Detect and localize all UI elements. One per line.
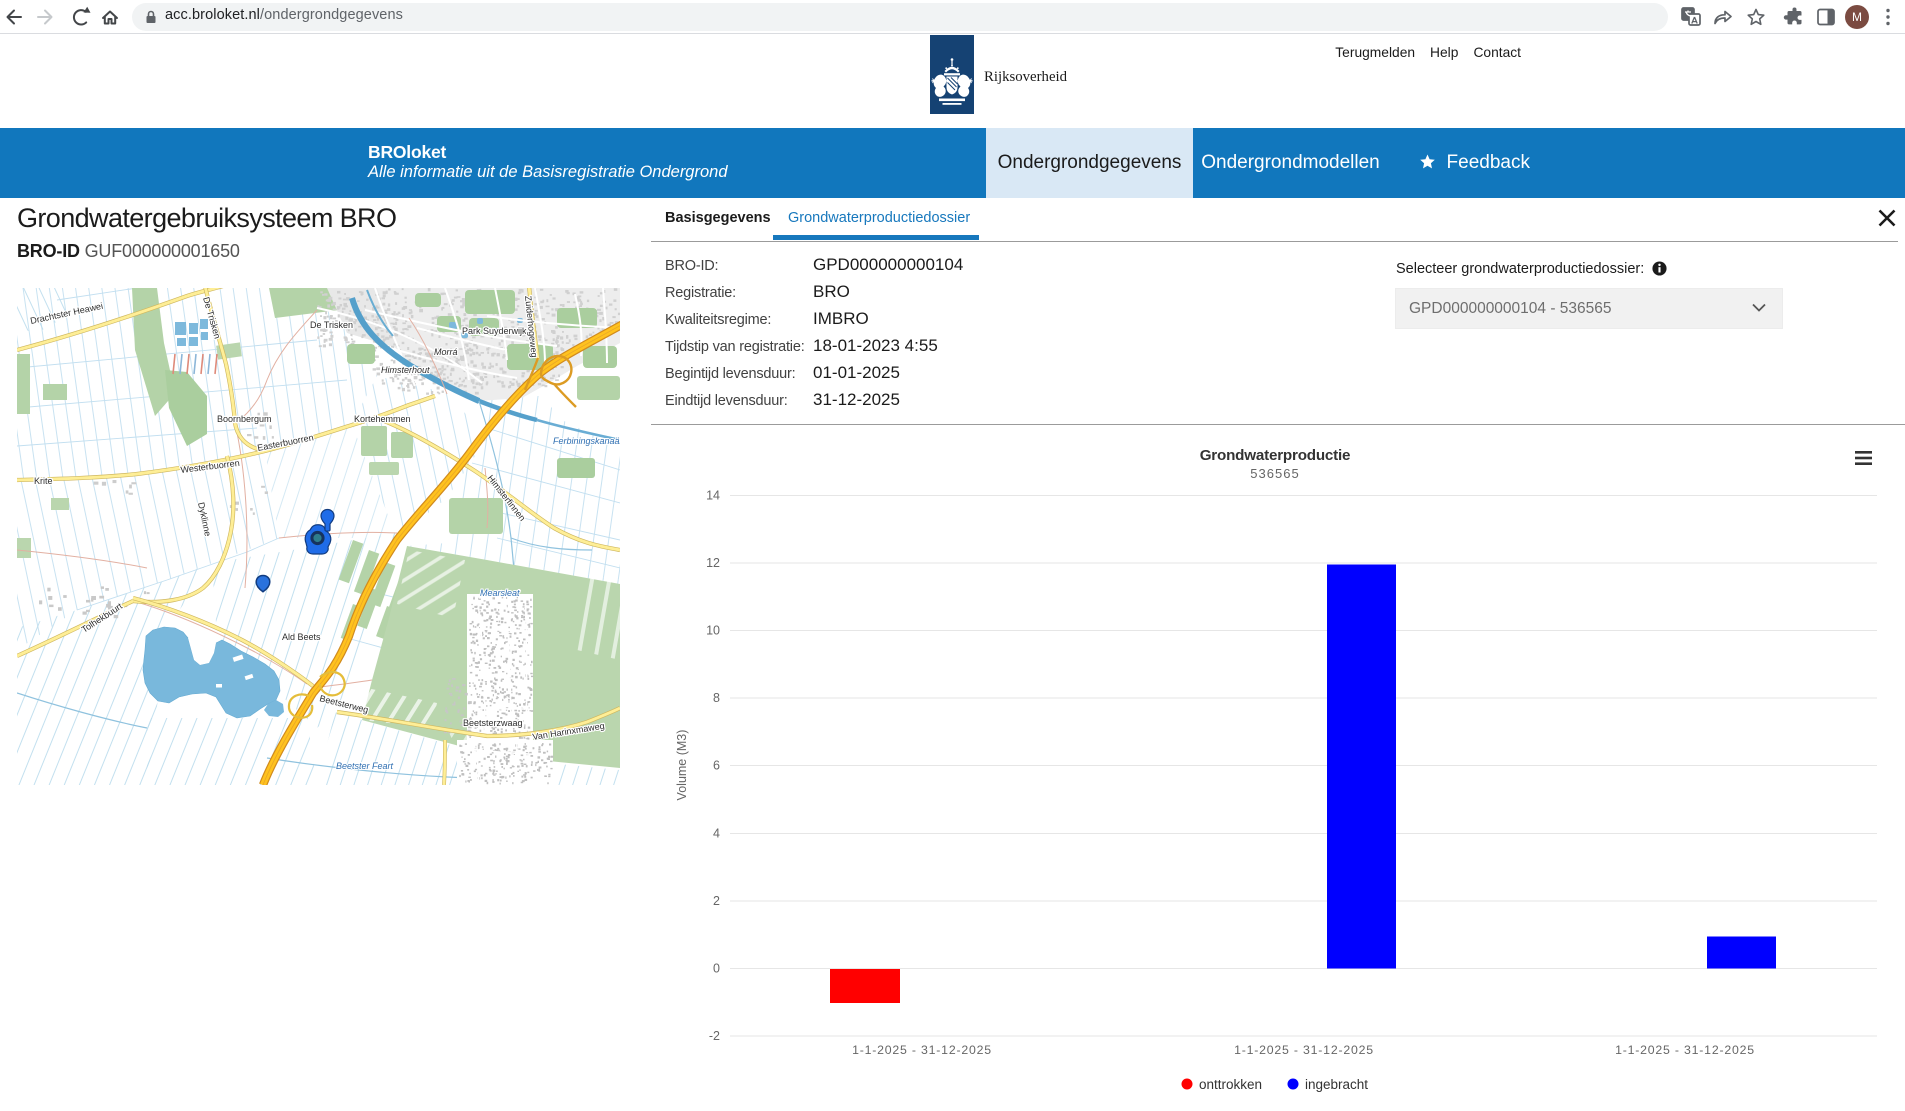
svg-text:Beetster Feart: Beetster Feart	[336, 761, 394, 771]
svg-text:Grondwaterproductie: Grondwaterproductie	[1200, 447, 1351, 464]
svg-text:Krite: Krite	[34, 476, 53, 486]
svg-text:6: 6	[713, 759, 720, 773]
svg-text:ingebracht: ingebracht	[1305, 1077, 1368, 1092]
svg-text:1-1-2025 - 31-12-2025: 1-1-2025 - 31-12-2025	[1234, 1043, 1374, 1057]
svg-text:Mearsleat: Mearsleat	[480, 588, 520, 598]
svg-text:Himsterhout: Himsterhout	[381, 365, 430, 375]
svg-text:Ald Beets: Ald Beets	[282, 632, 321, 642]
svg-text:Ferbiningskanaäl: Ferbiningskanaäl	[553, 436, 620, 446]
svg-text:-2: -2	[709, 1029, 720, 1043]
svg-text:2: 2	[713, 894, 720, 908]
svg-text:De Trisken: De Trisken	[310, 320, 353, 330]
svg-text:Park Suyderwijk: Park Suyderwijk	[462, 326, 527, 336]
svg-text:Morrá: Morrá	[434, 347, 458, 357]
svg-text:8: 8	[713, 691, 720, 705]
svg-text:1-1-2025 - 31-12-2025: 1-1-2025 - 31-12-2025	[852, 1043, 992, 1057]
svg-text:1-1-2025 - 31-12-2025: 1-1-2025 - 31-12-2025	[1615, 1043, 1755, 1057]
svg-text:Volume (M3): Volume (M3)	[675, 730, 689, 801]
svg-text:Kortehemmen: Kortehemmen	[354, 414, 411, 424]
svg-text:Boornbergum: Boornbergum	[217, 414, 272, 424]
svg-text:10: 10	[706, 624, 720, 638]
svg-text:4: 4	[713, 827, 720, 841]
svg-text:536565: 536565	[1250, 466, 1299, 481]
svg-text:onttrokken: onttrokken	[1199, 1077, 1262, 1092]
svg-text:14: 14	[706, 489, 720, 503]
svg-text:12: 12	[706, 556, 720, 570]
svg-text:Beetsterzwaag: Beetsterzwaag	[463, 718, 523, 728]
svg-text:0: 0	[713, 962, 720, 976]
